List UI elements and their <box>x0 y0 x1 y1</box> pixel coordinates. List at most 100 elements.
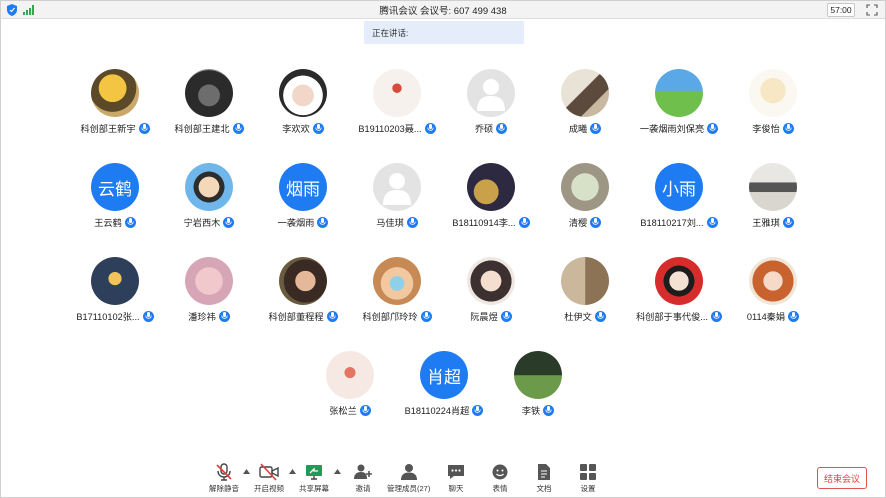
mic-status-icon <box>223 216 235 228</box>
participant-name: B18110217刘... <box>640 218 704 228</box>
participant-tile[interactable]: 科创部王新宇 <box>65 69 165 139</box>
participant-name-row: 一袭烟雨 <box>253 215 353 229</box>
start-video-button[interactable]: 开启视频 <box>254 463 284 494</box>
bottom-toolbar: 解除静音 开启视频 共享屏幕 邀请 管理成员(27) 聊天 表情 文档 设置 结… <box>1 459 885 497</box>
end-meeting-button[interactable]: 结束会议 <box>817 467 867 489</box>
participant-avatar <box>561 163 609 211</box>
fullscreen-icon[interactable] <box>866 4 878 16</box>
start-video-label: 开启视频 <box>254 484 284 493</box>
settings-button[interactable]: 设置 <box>578 463 598 494</box>
participant-tile[interactable]: 0114秦娟 <box>723 257 823 327</box>
participant-name-row: 李俊怡 <box>723 121 823 135</box>
mic-status-icon <box>710 310 722 322</box>
participant-tile[interactable]: 科创部王建北 <box>159 69 259 139</box>
participant-tile[interactable]: B17110102张... <box>65 257 165 327</box>
participant-tile[interactable]: 清樱 <box>535 163 635 233</box>
participant-tile[interactable]: 小雨 B18110217刘... <box>629 163 729 233</box>
manage-members-button[interactable]: 管理成员(27) <box>387 463 430 494</box>
participant-name: 科创部王新宇 <box>80 124 136 134</box>
mic-status-icon <box>788 310 800 322</box>
participant-avatar <box>279 257 327 305</box>
mic-status-icon <box>543 404 555 416</box>
participant-tile[interactable]: 云鹤 王云鹤 <box>65 163 165 233</box>
participant-name-row: 一袭烟雨刘保亮 <box>629 121 729 135</box>
participant-name-row: 科创部于事代俊... <box>629 309 729 323</box>
participant-name: 阮晨煜 <box>470 312 498 322</box>
participant-tile[interactable]: 潘珍祎 <box>159 257 259 327</box>
participant-name-row: B18110224肖超 <box>394 403 494 417</box>
mic-status-icon <box>782 216 794 228</box>
participant-avatar <box>561 257 609 305</box>
participant-tile[interactable]: B19110203聂... <box>347 69 447 139</box>
participant-name: 潘珍祎 <box>188 312 216 322</box>
participant-name: 科创部董程程 <box>268 312 324 322</box>
mic-status-icon <box>590 122 602 134</box>
participant-name: 李欢欢 <box>282 124 310 134</box>
mic-status-icon <box>406 216 418 228</box>
participant-name: 李铁 <box>521 406 541 416</box>
members-icon <box>400 464 417 480</box>
participant-name: 科创部邝玲玲 <box>362 312 418 322</box>
participant-avatar <box>326 351 374 399</box>
participant-tile[interactable]: 乔硕 <box>441 69 541 139</box>
participant-tile[interactable]: 宁岩西木 <box>159 163 259 233</box>
emoji-button[interactable]: 表情 <box>490 463 510 494</box>
participant-name: 清樱 <box>568 218 588 228</box>
documents-label: 文档 <box>536 484 552 493</box>
mic-status-icon <box>594 310 606 322</box>
participant-name-row: 0114秦娟 <box>723 309 823 323</box>
participant-tile[interactable]: 李铁 <box>488 351 588 421</box>
participant-tile[interactable]: 科创部邝玲玲 <box>347 257 447 327</box>
participant-name: 科创部王建北 <box>174 124 230 134</box>
participant-avatar <box>561 69 609 117</box>
participant-tile[interactable]: 杜伊文 <box>535 257 635 327</box>
participant-tile[interactable]: 王雅琪 <box>723 163 823 233</box>
mic-status-icon <box>424 122 436 134</box>
meeting-title: 腾讯会议 会议号: 607 499 438 <box>379 6 507 17</box>
documents-button[interactable]: 文档 <box>534 463 554 494</box>
participant-name-row: B18110914李... <box>441 215 541 229</box>
share-screen-button[interactable]: 共享屏幕 <box>299 463 329 494</box>
participant-tile[interactable]: 肖超 B18110224肖超 <box>394 351 494 421</box>
participant-tile[interactable]: 李俊怡 <box>723 69 823 139</box>
participant-tile[interactable]: 张松兰 <box>300 351 400 421</box>
participant-name-row: 乔硕 <box>441 121 541 135</box>
unmute-button[interactable]: 解除静音 <box>209 463 239 494</box>
participant-tile[interactable]: 一袭烟雨刘保亮 <box>629 69 729 139</box>
participant-tile[interactable]: 烟雨 一袭烟雨 <box>253 163 353 233</box>
mic-status-icon <box>590 216 602 228</box>
invite-button[interactable]: 邀请 <box>353 463 373 494</box>
participant-tile[interactable]: 李欢欢 <box>253 69 353 139</box>
participant-tile[interactable]: B18110914李... <box>441 163 541 233</box>
mic-status-icon <box>326 310 338 322</box>
chat-button[interactable]: 聊天 <box>446 463 466 494</box>
manage-members-label: 管理成员(27) <box>387 484 431 493</box>
participant-tile[interactable]: 成曦 <box>535 69 635 139</box>
participant-name-row: 潘珍祎 <box>159 309 259 323</box>
audio-options-caret-icon[interactable] <box>243 469 250 474</box>
participant-name: 马佳琪 <box>376 218 404 228</box>
default-avatar-icon <box>477 79 505 111</box>
participant-name: 成曦 <box>568 124 588 134</box>
participant-tile[interactable]: 科创部于事代俊... <box>629 257 729 327</box>
participant-avatar: 肖超 <box>420 351 468 399</box>
chat-icon <box>448 465 464 479</box>
mic-status-icon <box>138 122 150 134</box>
participant-tile[interactable]: 马佳琪 <box>347 163 447 233</box>
mic-status-icon <box>124 216 136 228</box>
participant-avatar <box>373 257 421 305</box>
participant-avatar <box>514 351 562 399</box>
participant-tile[interactable]: 阮晨煜 <box>441 257 541 327</box>
meeting-window: 腾讯会议 会议号: 607 499 438 57:00 正在讲话: 科创部王新宇… <box>0 0 886 498</box>
participant-tile[interactable]: 科创部董程程 <box>253 257 353 327</box>
participant-name: 王雅琪 <box>752 218 780 228</box>
participant-name-row: 成曦 <box>535 121 635 135</box>
participant-name-row: 张松兰 <box>300 403 400 417</box>
participant-avatar <box>655 257 703 305</box>
share-options-caret-icon[interactable] <box>334 469 341 474</box>
video-options-caret-icon[interactable] <box>289 469 296 474</box>
participant-avatar <box>373 163 421 211</box>
invite-icon <box>354 464 372 479</box>
participant-name-row: B17110102张... <box>65 309 165 323</box>
mic-status-icon <box>496 122 508 134</box>
